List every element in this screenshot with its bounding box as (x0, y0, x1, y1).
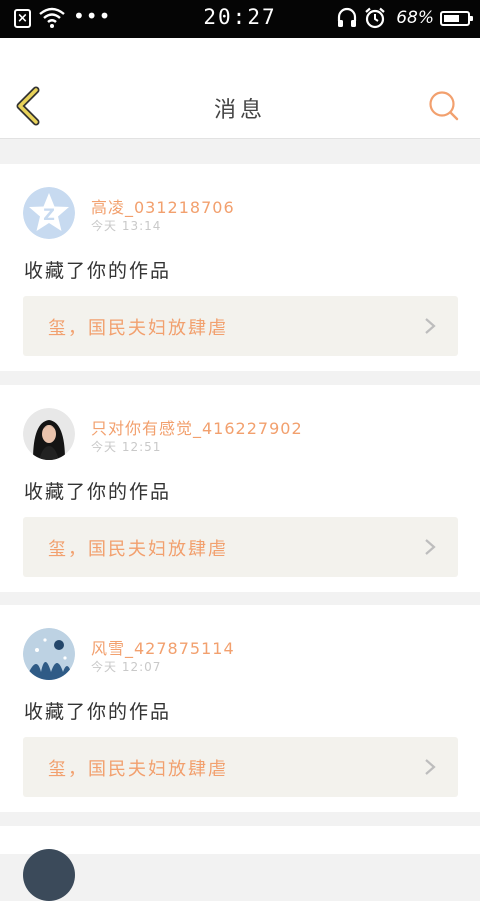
app-header: 消息 (0, 38, 480, 139)
action-text: 收藏了你的作品 (24, 481, 172, 503)
username[interactable]: 风雪_427875114 (91, 635, 235, 659)
work-title: 玺，国民夫妇放肆虐 (48, 318, 228, 339)
search-icon[interactable] (428, 90, 460, 122)
avatar[interactable] (23, 408, 75, 460)
alarm-icon (365, 7, 385, 29)
chevron-right-icon (425, 759, 436, 775)
avatar[interactable]: Z (23, 187, 75, 239)
avatar[interactable] (23, 628, 75, 680)
timestamp: 今天 12:07 (91, 660, 162, 674)
action-text: 收藏了你的作品 (24, 701, 172, 723)
username[interactable]: 只对你有感觉_416227902 (91, 415, 303, 439)
work-link[interactable]: 玺，国民夫妇放肆虐 (23, 737, 458, 797)
chevron-right-icon (425, 539, 436, 555)
work-link[interactable]: 玺，国民夫妇放肆虐 (23, 517, 458, 577)
message-card: Z 高凌_031218706 今天 13:14 收藏了你的作品 玺，国民夫妇放肆… (0, 164, 480, 371)
battery-icon (440, 10, 473, 26)
headphones-icon (338, 7, 357, 27)
svg-text:Z: Z (43, 205, 55, 224)
status-bar: × ••• 20:27 68% (0, 0, 480, 38)
work-title: 玺，国民夫妇放肆虐 (48, 539, 228, 560)
timestamp: 今天 13:14 (91, 219, 162, 233)
action-text: 收藏了你的作品 (24, 260, 172, 282)
work-link[interactable]: 玺，国民夫妇放肆虐 (23, 296, 458, 356)
username[interactable]: 高凌_031218706 (91, 194, 235, 218)
message-card-partial (0, 826, 480, 901)
page-title: 消息 (213, 98, 266, 123)
avatar[interactable] (23, 849, 75, 901)
message-card: 只对你有感觉_416227902 今天 12:51 收藏了你的作品 玺，国民夫妇… (0, 385, 480, 592)
message-card: 风雪_427875114 今天 12:07 收藏了你的作品 玺，国民夫妇放肆虐 (0, 605, 480, 812)
battery-percent: 68% (396, 8, 434, 28)
chevron-right-icon (425, 318, 436, 334)
work-title: 玺，国民夫妇放肆虐 (48, 759, 228, 780)
timestamp: 今天 12:51 (91, 440, 162, 454)
